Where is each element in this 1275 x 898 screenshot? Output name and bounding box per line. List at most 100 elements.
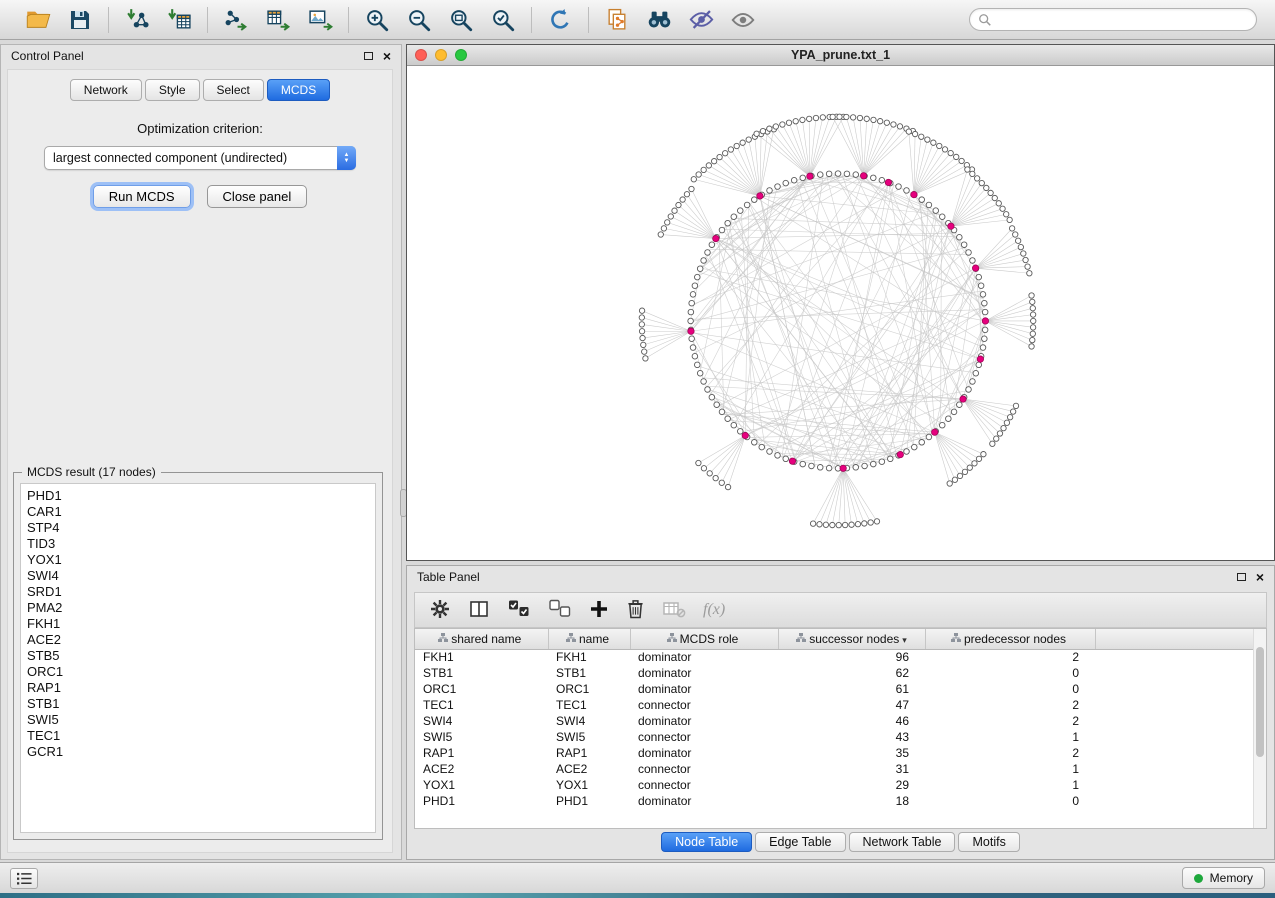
tab-network-table[interactable]: Network Table	[849, 832, 956, 852]
network-graph[interactable]	[407, 66, 1274, 560]
float-table-panel-icon[interactable]	[1237, 573, 1246, 581]
close-panel-button[interactable]: Close panel	[207, 185, 308, 208]
network-window-title: YPA_prune.txt_1	[407, 48, 1274, 62]
column-header-successor-nodes[interactable]: successor nodes▾	[778, 629, 925, 649]
column-header-mcds-role[interactable]: MCDS role	[630, 629, 778, 649]
mcds-result-list[interactable]: PHD1CAR1STP4TID3YOX1SWI4SRD1PMA2FKH1ACE2…	[20, 483, 376, 833]
window-minimize-button[interactable]	[435, 49, 447, 61]
mcds-result-item[interactable]: PHD1	[27, 488, 369, 504]
mcds-result-item[interactable]: SWI5	[27, 712, 369, 728]
float-panel-icon[interactable]	[364, 52, 373, 60]
network-view-window: YPA_prune.txt_1	[406, 44, 1275, 561]
mcds-result-item[interactable]: FKH1	[27, 616, 369, 632]
unselect-all-button[interactable]	[548, 598, 572, 623]
import-network-button[interactable]	[121, 4, 153, 36]
column-type-icon	[796, 633, 806, 643]
show-columns-button[interactable]	[468, 598, 490, 623]
mcds-result-item[interactable]: PMA2	[27, 600, 369, 616]
create-column-button[interactable]	[589, 599, 609, 622]
optimization-criterion-select[interactable]: largest connected component (undirected)…	[44, 146, 356, 170]
show-panels-button[interactable]	[10, 868, 38, 889]
column-header-shared-name[interactable]: shared name	[415, 629, 548, 649]
tab-edge-table[interactable]: Edge Table	[755, 832, 845, 852]
table-panel: Table Panel × f(x)	[406, 565, 1275, 860]
hide-graphics-details-button[interactable]	[685, 4, 717, 36]
column-header-name[interactable]: name	[548, 629, 630, 649]
trash-icon	[626, 598, 645, 619]
mcds-result-item[interactable]: CAR1	[27, 504, 369, 520]
mcds-result-item[interactable]: STB1	[27, 696, 369, 712]
export-network-icon	[224, 7, 249, 32]
mcds-result-item[interactable]: SWI4	[27, 568, 369, 584]
search-input[interactable]	[998, 13, 1248, 27]
mcds-result-item[interactable]: TID3	[27, 536, 369, 552]
mcds-result-item[interactable]: STP4	[27, 520, 369, 536]
node-table-body: FKH1FKH1dominator962STB1STB1dominator620…	[415, 649, 1256, 809]
tab-motifs[interactable]: Motifs	[958, 832, 1019, 852]
table-row[interactable]: YOX1YOX1connector291	[415, 777, 1256, 793]
mcds-result-item[interactable]: SRD1	[27, 584, 369, 600]
table-panel-header: Table Panel ×	[407, 566, 1274, 588]
mcds-result-item[interactable]: GCR1	[27, 744, 369, 760]
toolbar-search	[969, 8, 1257, 31]
window-zoom-button[interactable]	[455, 49, 467, 61]
run-mcds-button[interactable]: Run MCDS	[93, 185, 191, 208]
close-table-panel-icon[interactable]: ×	[1256, 572, 1264, 582]
table-row[interactable]: STB1STB1dominator620	[415, 665, 1256, 681]
export-table-button[interactable]	[262, 4, 294, 36]
network-document-button[interactable]	[601, 4, 633, 36]
toolbar-separator	[207, 7, 208, 33]
table-row[interactable]: SWI4SWI4dominator462	[415, 713, 1256, 729]
export-network-button[interactable]	[220, 4, 252, 36]
table-row[interactable]: ORC1ORC1dominator610	[415, 681, 1256, 697]
mcds-result-item[interactable]: ORC1	[27, 664, 369, 680]
hide-columns-icon	[662, 598, 686, 620]
select-all-button[interactable]	[507, 598, 531, 623]
close-panel-icon[interactable]: ×	[383, 51, 391, 61]
memory-button[interactable]: Memory	[1182, 867, 1265, 889]
show-graphics-details-button[interactable]	[727, 4, 759, 36]
import-table-button[interactable]	[163, 4, 195, 36]
table-row[interactable]: FKH1FKH1dominator962	[415, 649, 1256, 665]
zoom-in-button[interactable]	[361, 4, 393, 36]
table-row[interactable]: TEC1TEC1connector472	[415, 697, 1256, 713]
table-scrollbar[interactable]	[1253, 629, 1266, 828]
tab-style[interactable]: Style	[145, 79, 200, 101]
tab-network[interactable]: Network	[70, 79, 142, 101]
mcds-result-item[interactable]: YOX1	[27, 552, 369, 568]
zoom-selected-button[interactable]	[487, 4, 519, 36]
mcds-result-item[interactable]: ACE2	[27, 632, 369, 648]
search-network-button[interactable]	[643, 4, 675, 36]
table-mode-options-button[interactable]	[429, 598, 451, 623]
refresh-view-button[interactable]	[544, 4, 576, 36]
export-table-icon	[266, 7, 291, 32]
export-image-button[interactable]	[304, 4, 336, 36]
mcds-result-item[interactable]: STB5	[27, 648, 369, 664]
zoom-out-button[interactable]	[403, 4, 435, 36]
network-window-titlebar[interactable]: YPA_prune.txt_1	[407, 45, 1274, 66]
table-row[interactable]: SWI5SWI5connector431	[415, 729, 1256, 745]
scrollbar-thumb[interactable]	[1256, 647, 1264, 757]
network-canvas[interactable]	[407, 66, 1274, 560]
column-header-predecessor-nodes[interactable]: predecessor nodes	[925, 629, 1095, 649]
column-header-filler	[1095, 629, 1256, 649]
mcds-result-group: MCDS result (17 nodes) PHD1CAR1STP4TID3Y…	[13, 472, 383, 840]
mcds-result-item[interactable]: TEC1	[27, 728, 369, 744]
tab-select[interactable]: Select	[203, 79, 264, 101]
function-builder-button[interactable]: f(x)	[703, 601, 725, 619]
table-row[interactable]: ACE2ACE2connector311	[415, 761, 1256, 777]
control-panel: Control Panel × Network Style Select MCD…	[0, 44, 402, 860]
table-row[interactable]: RAP1RAP1dominator352	[415, 745, 1256, 761]
control-panel-body: Network Style Select MCDS Optimization c…	[7, 69, 393, 853]
tab-mcds[interactable]: MCDS	[267, 79, 330, 101]
tab-node-table[interactable]: Node Table	[661, 832, 752, 852]
delete-columns-button[interactable]	[626, 598, 645, 622]
zoom-fit-button[interactable]	[445, 4, 477, 36]
save-session-button[interactable]	[64, 4, 96, 36]
mcds-result-item[interactable]: RAP1	[27, 680, 369, 696]
hide-columns-button[interactable]	[662, 598, 686, 623]
table-row[interactable]: PHD1PHD1dominator180	[415, 793, 1256, 809]
unselect-all-icon	[548, 598, 572, 620]
open-session-button[interactable]	[22, 4, 54, 36]
window-close-button[interactable]	[415, 49, 427, 61]
